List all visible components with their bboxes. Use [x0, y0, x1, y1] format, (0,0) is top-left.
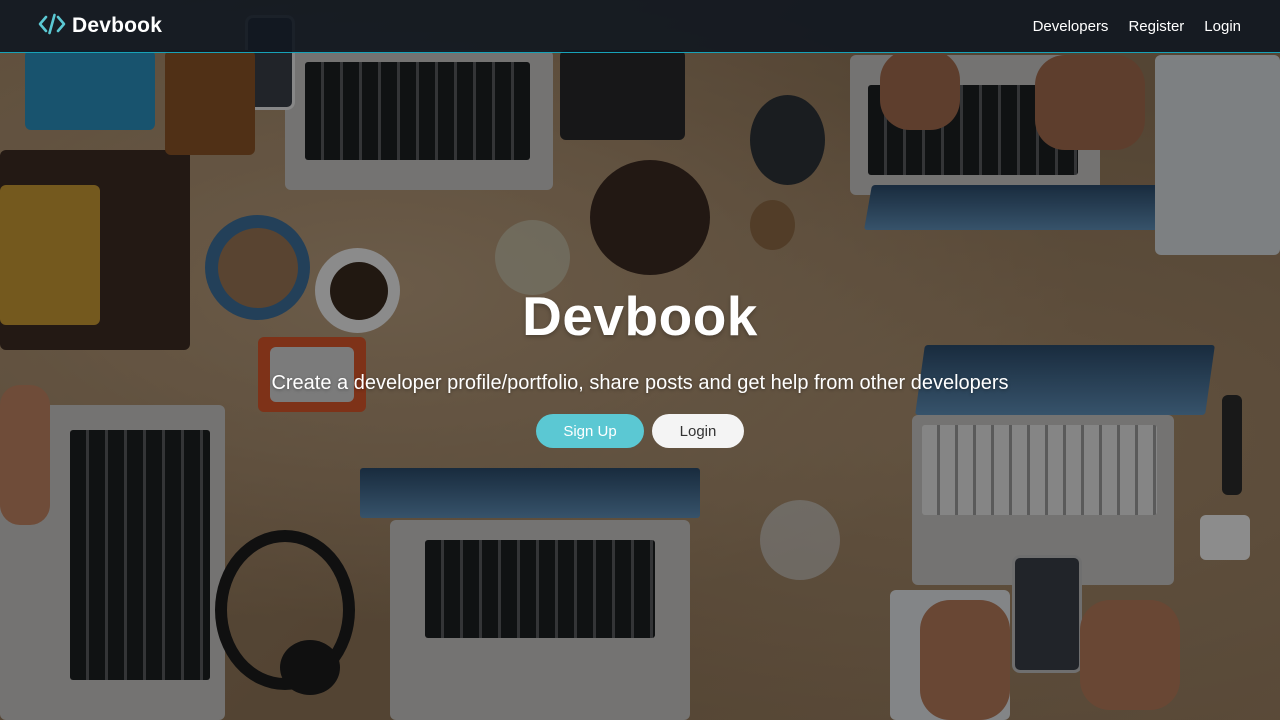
hero-title: Devbook [522, 285, 758, 347]
nav-link-login[interactable]: Login [1204, 18, 1241, 35]
nav-link-developers[interactable]: Developers [1033, 18, 1109, 35]
sign-up-button[interactable]: Sign Up [536, 414, 644, 448]
brand-text: Devbook [72, 14, 163, 37]
hero-buttons: Sign Up Login [536, 414, 744, 448]
nav-link-register[interactable]: Register [1128, 18, 1184, 35]
login-button[interactable]: Login [652, 414, 744, 448]
landing-hero: Devbook Create a developer profile/portf… [0, 53, 1280, 720]
nav-links: Developers Register Login [1033, 18, 1241, 35]
brand-logo-link[interactable]: Devbook [38, 13, 162, 40]
hero-subtitle: Create a developer profile/portfolio, sh… [271, 372, 1009, 394]
code-icon [38, 13, 66, 40]
navbar: Devbook Developers Register Login [0, 0, 1280, 53]
